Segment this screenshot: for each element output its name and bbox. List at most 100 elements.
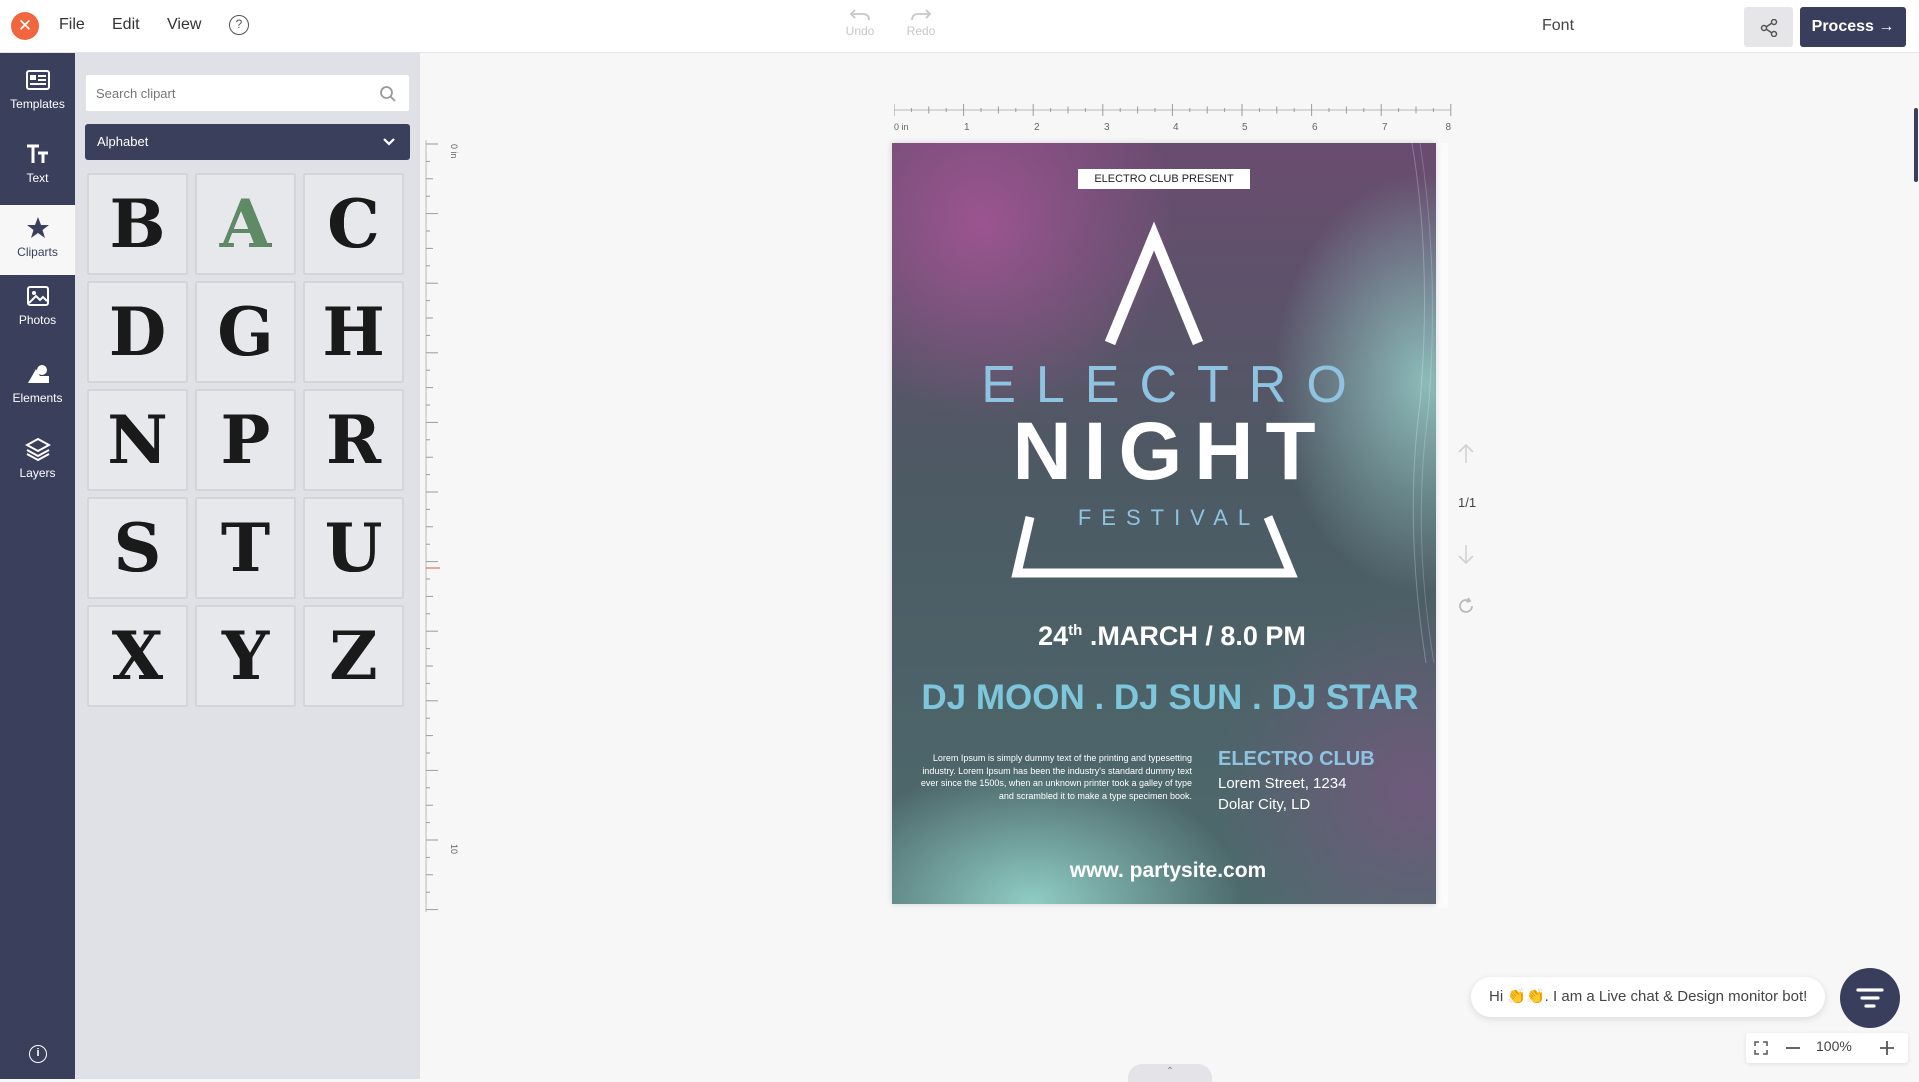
clipart-tile[interactable]: T <box>195 497 296 599</box>
nav-cliparts[interactable]: Cliparts <box>0 205 75 275</box>
clipart-tile[interactable]: C <box>303 173 404 275</box>
undo-button[interactable]: Undo <box>838 8 882 38</box>
clipart-tile[interactable]: Z <box>303 605 404 707</box>
ruler-label: 3 <box>1104 122 1110 133</box>
poster-address-line2[interactable]: Dolar City, LD <box>1218 796 1310 813</box>
clipart-tile[interactable]: U <box>303 497 404 599</box>
scrollbar[interactable] <box>1914 108 1918 182</box>
clipart-letter: S <box>113 509 162 587</box>
nav-photos[interactable]: Photos <box>0 273 75 343</box>
ruler-label: 4 <box>1173 122 1179 133</box>
zoom-out-icon[interactable] <box>1786 1047 1800 1049</box>
font-label[interactable]: Font <box>1542 17 1574 35</box>
clipart-tile[interactable]: R <box>303 389 404 491</box>
poster-body-text[interactable]: Lorem Ipsum is simply dummy text of the … <box>918 752 1192 802</box>
arrow-down-icon[interactable] <box>1456 543 1476 565</box>
date-day: 24 <box>1038 621 1069 651</box>
process-button[interactable]: Process → <box>1800 7 1906 47</box>
menu-file[interactable]: File <box>59 16 85 34</box>
clipart-letter: T <box>220 509 271 587</box>
chat-bubble[interactable]: Hi 👏👏. I am a Live chat & Design monitor… <box>1471 977 1825 1017</box>
clipart-tile[interactable]: S <box>87 497 188 599</box>
search-box <box>85 74 410 112</box>
nav-text[interactable]: Text <box>0 131 75 201</box>
nav-layers[interactable]: Layers <box>0 426 75 496</box>
fullscreen-icon[interactable] <box>1754 1041 1768 1055</box>
category-label: Alphabet <box>97 134 149 149</box>
nav-templates-label: Templates <box>10 97 65 111</box>
clipart-letter: X <box>111 617 164 695</box>
close-button[interactable]: ✕ <box>11 12 39 40</box>
poster-djs[interactable]: DJ MOON . DJ SUN . DJ STAR <box>892 678 1436 718</box>
clipart-tile[interactable]: X <box>87 605 188 707</box>
redo-icon <box>911 9 932 21</box>
info-icon[interactable]: i <box>29 1045 47 1063</box>
horizontal-ruler: 0 in 1 2 3 4 5 6 7 8 <box>894 104 1451 133</box>
ruler-label: 5 <box>1242 122 1248 133</box>
poster-club-name[interactable]: ELECTRO CLUB <box>1218 748 1375 771</box>
nav-elements-label: Elements <box>12 391 63 405</box>
clipart-letter: Y <box>221 617 270 695</box>
star-icon <box>26 217 49 238</box>
shapes-icon <box>27 365 49 383</box>
refresh-icon[interactable] <box>1456 596 1476 616</box>
search-icon[interactable] <box>379 85 397 103</box>
chat-button[interactable] <box>1840 968 1900 1028</box>
nav-templates[interactable]: Templates <box>0 57 75 127</box>
clipart-letter: U <box>324 509 383 587</box>
menu-view[interactable]: View <box>167 16 201 34</box>
clipart-tile[interactable]: G <box>195 281 296 383</box>
templates-icon <box>25 70 50 90</box>
bottom-drawer-handle[interactable]: ⌃ <box>1128 1064 1212 1082</box>
undo-icon <box>849 9 870 21</box>
poster-address-line1[interactable]: Lorem Street, 1234 <box>1218 775 1346 792</box>
clipart-tile[interactable]: Y <box>195 605 296 707</box>
chat-menu-icon <box>1856 988 1884 1008</box>
clipart-tile[interactable]: H <box>303 281 404 383</box>
clipart-letter: Z <box>329 617 378 695</box>
nav-elements[interactable]: Elements <box>0 351 75 421</box>
clipart-letter: B <box>109 185 166 263</box>
left-nav: Templates Text Cliparts Photos Elements … <box>0 53 75 1079</box>
menu-edit[interactable]: Edit <box>112 16 140 34</box>
text-icon <box>26 144 48 163</box>
clipart-tile[interactable]: P <box>195 389 296 491</box>
clipart-tile[interactable]: N <box>87 389 188 491</box>
clipart-letter: A <box>219 185 272 263</box>
clipart-tile[interactable]: B <box>87 173 188 275</box>
ruler-label: 10 <box>449 844 459 854</box>
nav-cliparts-label: Cliparts <box>17 245 58 259</box>
nav-layers-label: Layers <box>19 466 56 480</box>
share-button[interactable] <box>1744 7 1793 47</box>
chevron-up-icon: ⌃ <box>1165 1066 1175 1077</box>
page-indicator: 1/1 <box>1458 495 1477 510</box>
clipart-letter: P <box>220 401 271 479</box>
zoom-in-icon[interactable] <box>1880 1041 1894 1055</box>
share-icon <box>1760 19 1778 37</box>
ruler-label: 0 in <box>449 144 459 159</box>
poster-festival[interactable]: FESTIVAL <box>892 505 1436 531</box>
help-icon[interactable]: ? <box>229 15 249 35</box>
page-edge <box>1436 143 1448 908</box>
design-canvas[interactable]: ELECTRO CLUB PRESENT ELECTRO NIGHT FESTI… <box>892 143 1436 904</box>
redo-button[interactable]: Redo <box>899 8 943 38</box>
clipart-letter: N <box>107 401 168 479</box>
poster-night[interactable]: NIGHT <box>892 405 1436 499</box>
clipart-letter: H <box>322 293 385 371</box>
poster-date[interactable]: 24th .MARCH / 8.0 PM <box>892 621 1436 652</box>
poster-website[interactable]: www. partysite.com <box>892 859 1436 883</box>
top-bar: ✕ File Edit View ? Undo Redo Font Proces… <box>0 0 1919 53</box>
date-suffix: th <box>1068 622 1083 639</box>
zoom-controls: 100% <box>1746 1033 1908 1063</box>
photo-icon <box>26 286 49 306</box>
arrow-up-icon[interactable] <box>1456 443 1476 465</box>
layers-icon <box>24 437 51 462</box>
clipart-letter: G <box>217 293 274 371</box>
zoom-level: 100% <box>1816 1038 1852 1054</box>
category-dropdown[interactable]: Alphabet <box>85 124 410 160</box>
clipart-tile[interactable]: D <box>87 281 188 383</box>
nav-text-label: Text <box>26 171 49 185</box>
chevron-down-icon <box>383 138 395 146</box>
clipart-tile[interactable]: A <box>195 173 296 275</box>
search-input[interactable] <box>86 75 376 111</box>
